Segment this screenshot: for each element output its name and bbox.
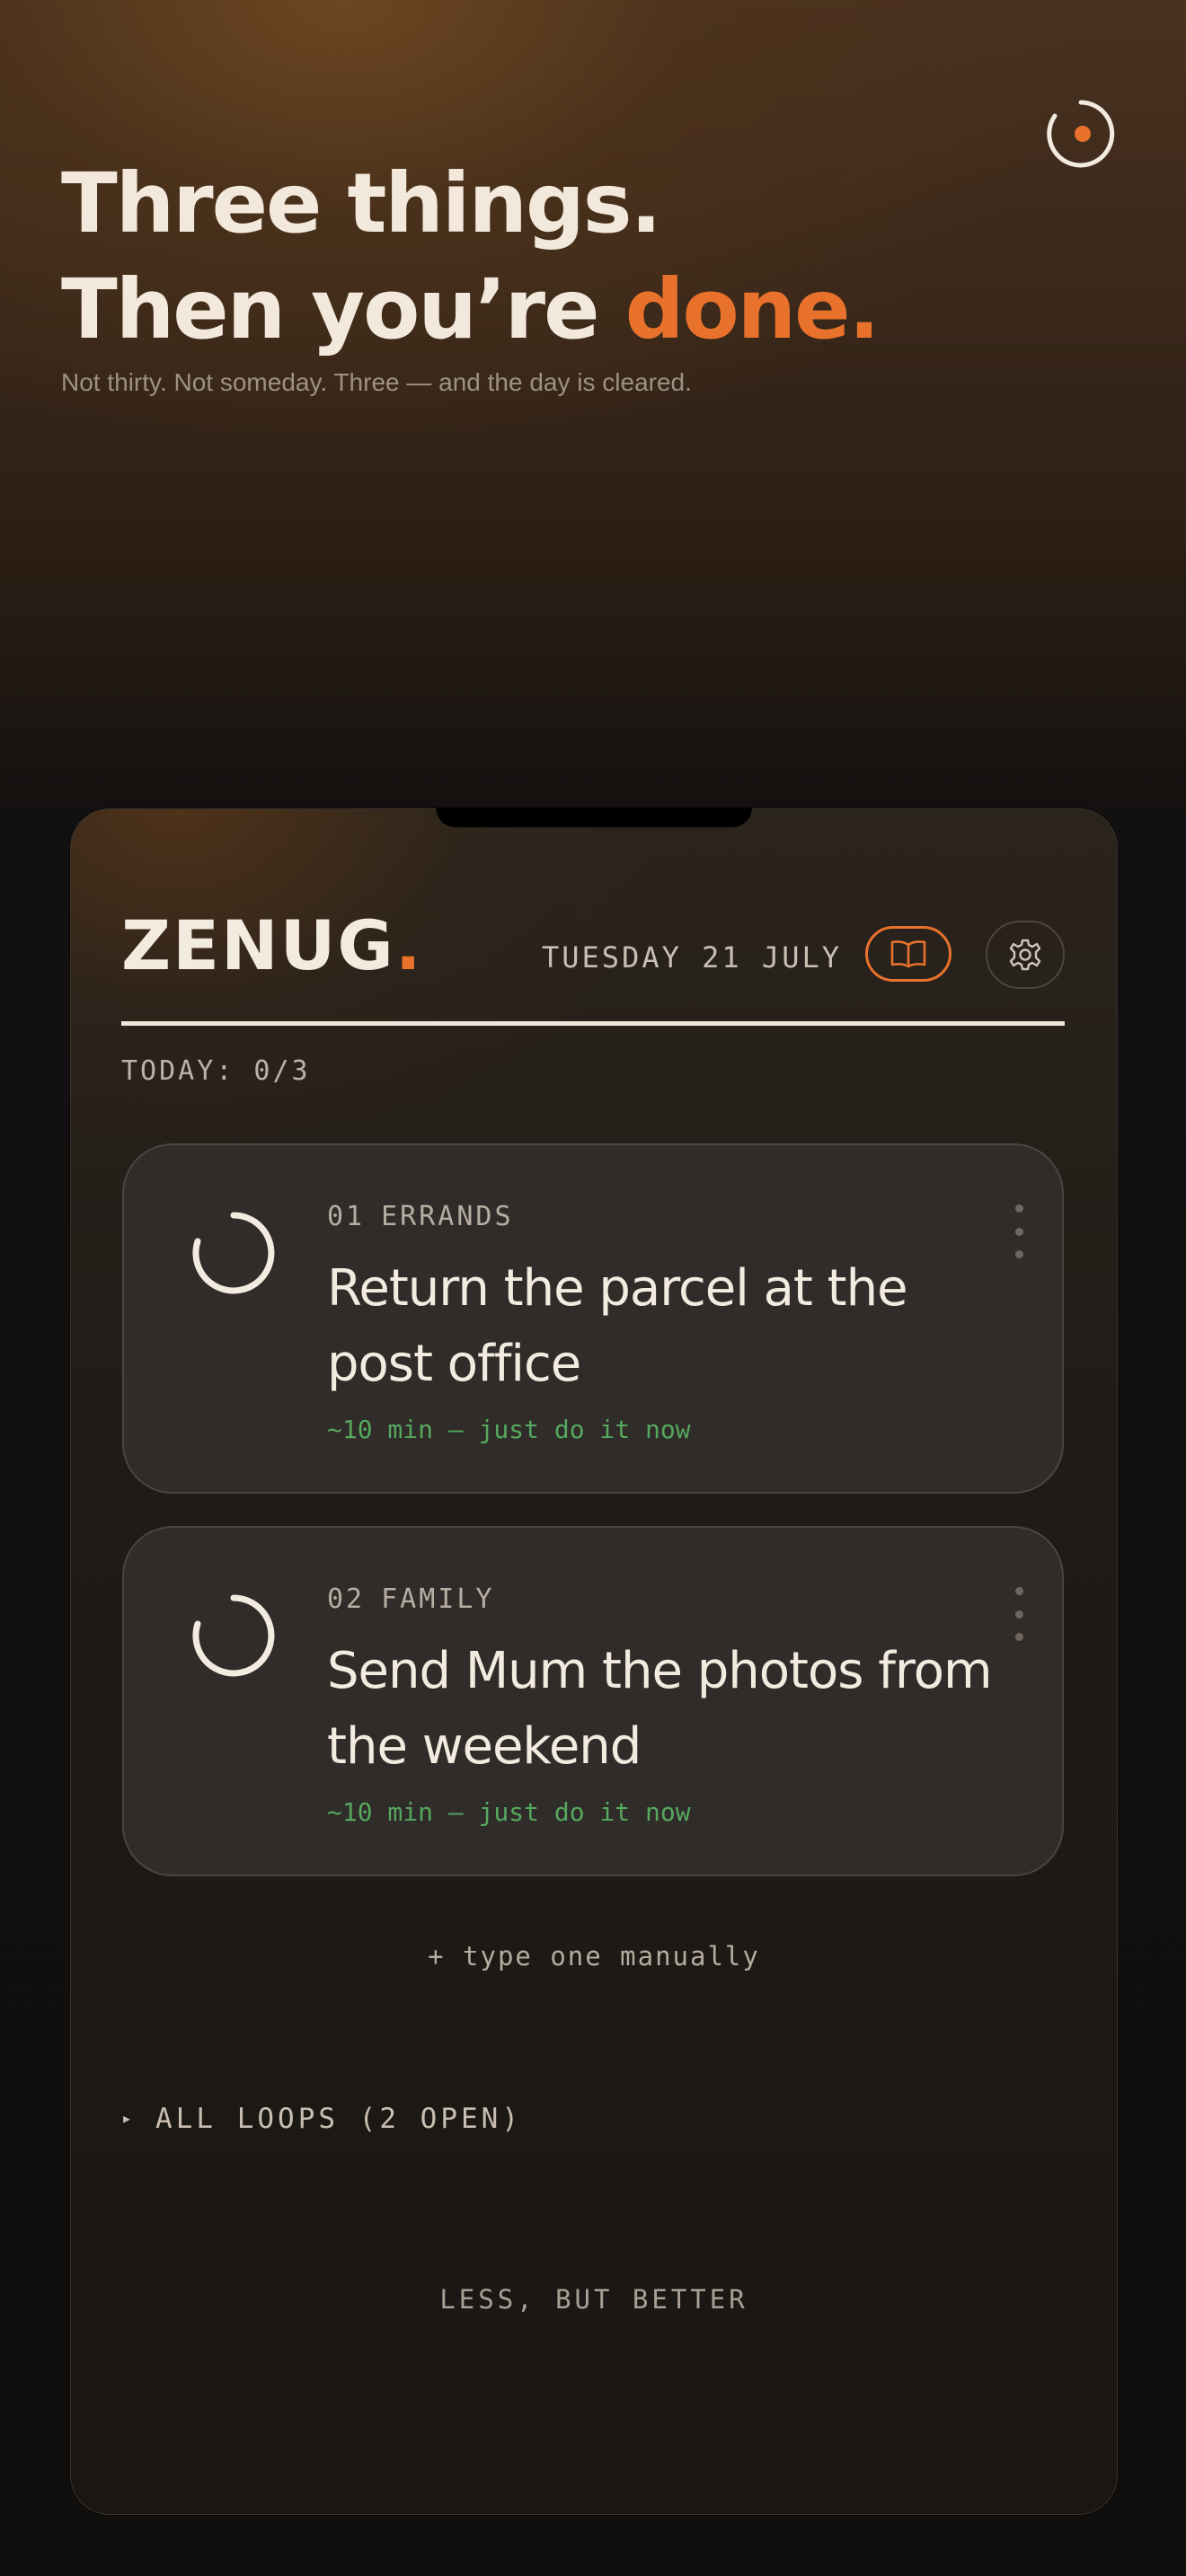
expand-arrow-icon: ▸	[121, 2106, 137, 2129]
task-meta: 01 ERRANDS	[327, 1201, 514, 1232]
hero-headline-prefix: Then you’re	[61, 261, 625, 357]
task-number: 01	[327, 1201, 366, 1232]
app-logo-icon	[1047, 100, 1115, 168]
settings-button[interactable]	[986, 921, 1065, 989]
loading-ring-icon[interactable]	[189, 1208, 279, 1298]
task-card[interactable]: 02 FAMILY Send Mum the photos from the we…	[122, 1526, 1064, 1876]
task-hint: ~10 min — just do it now	[327, 1415, 691, 1444]
all-loops-label: ALL LOOPS (2 OPEN)	[155, 2103, 522, 2135]
hero: Three things. Then you’re done. Not thir…	[61, 151, 1049, 397]
task-category: FAMILY	[381, 1584, 495, 1615]
task-number: 02	[327, 1584, 366, 1615]
add-task-manually-link[interactable]: + type one manually	[71, 1941, 1117, 1972]
device-notch	[436, 807, 752, 827]
hero-subtitle: Not thirty. Not someday. Three — and the…	[61, 368, 692, 396]
all-loops-toggle[interactable]: ▸ ALL LOOPS (2 OPEN)	[121, 2103, 522, 2135]
brand-wordmark: ZENUG.	[121, 910, 423, 982]
hero-headline-accent: done.	[624, 261, 881, 357]
task-card[interactable]: 01 ERRANDS Return the parcel at the post …	[122, 1143, 1064, 1494]
current-date: TUESDAY 21 JULY	[542, 940, 842, 975]
footer-motto: LESS, BUT BETTER	[439, 2284, 748, 2315]
task-meta: 02 FAMILY	[327, 1584, 495, 1615]
today-progress: TODAY: 0/3	[121, 1055, 311, 1087]
task-category: ERRANDS	[381, 1201, 514, 1232]
book-icon	[890, 940, 926, 968]
journal-button[interactable]	[865, 926, 951, 982]
task-title: Send Mum the photos from the weekend	[327, 1642, 993, 1776]
task-title: Return the parcel at the post office	[327, 1259, 908, 1393]
hero-headline-line1: Three things.	[61, 155, 662, 251]
hero-headline-line2: Then you’re done.	[61, 257, 1049, 363]
app-card: ZENUG. TUESDAY 21 JULY TODAY: 0/3 01 ERRA…	[70, 807, 1118, 2515]
loading-ring-icon[interactable]	[189, 1591, 279, 1681]
more-options-icon[interactable]	[1008, 1587, 1030, 1641]
gear-icon	[1009, 939, 1041, 971]
brand-name: ZENUG	[121, 905, 395, 985]
task-hint: ~10 min — just do it now	[327, 1797, 691, 1827]
brand-dot: .	[394, 905, 423, 985]
more-options-icon[interactable]	[1008, 1204, 1030, 1258]
header-divider	[121, 1021, 1065, 1026]
